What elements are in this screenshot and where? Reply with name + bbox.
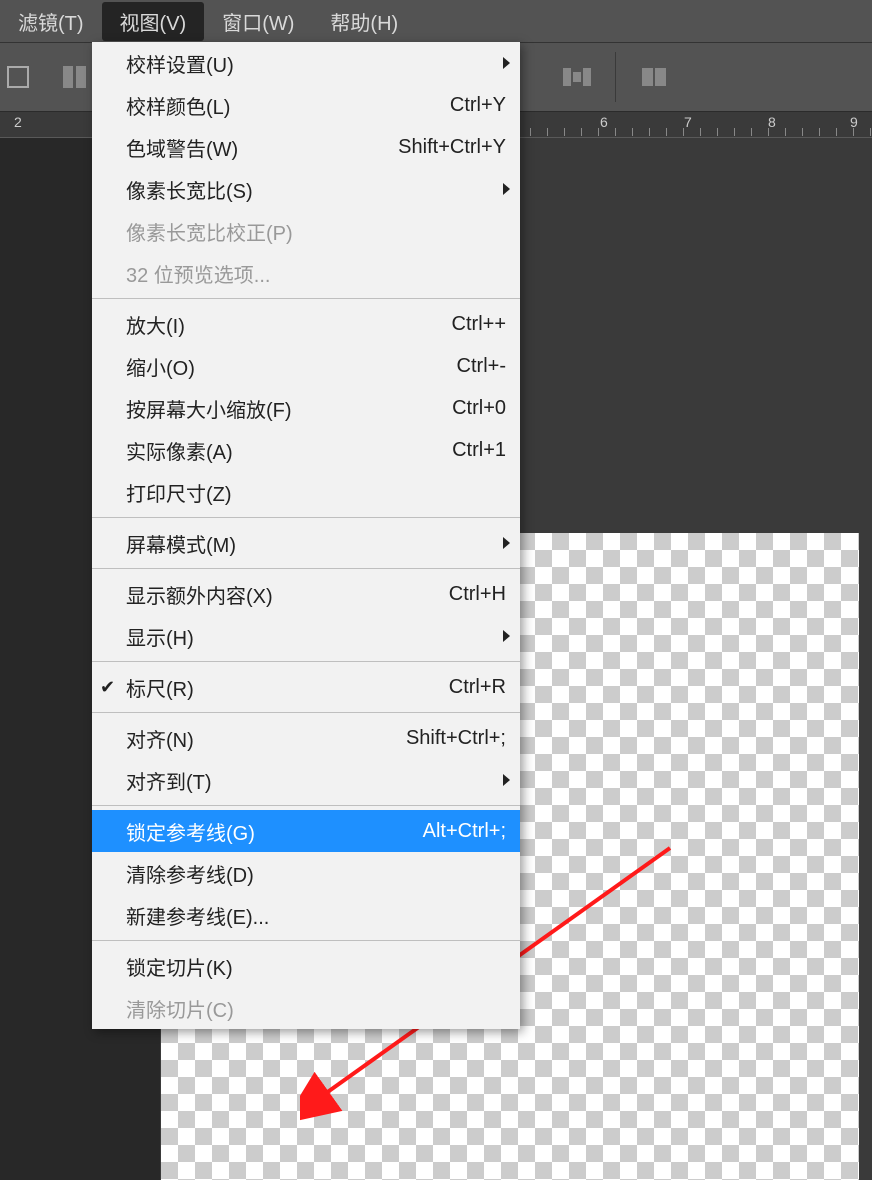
menu-item-label: 清除参考线(D) — [126, 859, 506, 888]
menu-item-label: 色域警告(W) — [126, 133, 398, 162]
menu-item[interactable]: 校样设置(U) — [92, 42, 520, 84]
menu-item[interactable]: ✔ 标尺(R)Ctrl+R — [92, 666, 520, 708]
menu-item-label: 新建参考线(E)... — [126, 901, 506, 930]
menu-item-label: 校样设置(U) — [126, 49, 506, 78]
menu-item[interactable]: 校样颜色(L)Ctrl+Y — [92, 84, 520, 126]
menu-help[interactable]: 帮助(H) — [312, 2, 416, 41]
menu-item[interactable]: 放大(I)Ctrl++ — [92, 303, 520, 345]
menu-separator — [92, 805, 520, 806]
menu-item-shortcut: Ctrl+1 — [452, 439, 506, 462]
menu-item-label: 按屏幕大小缩放(F) — [126, 394, 452, 423]
menu-item: 像素长宽比校正(P) — [92, 210, 520, 252]
menu-window[interactable]: 窗口(W) — [204, 2, 312, 41]
menu-item-label: 显示额外内容(X) — [126, 580, 449, 609]
submenu-arrow-icon — [503, 630, 510, 642]
menu-item: 清除切片(C) — [92, 987, 520, 1029]
menu-item-label: 标尺(R) — [126, 673, 449, 702]
menu-item[interactable]: 缩小(O)Ctrl+- — [92, 345, 520, 387]
ruler-tick: 8 — [768, 114, 776, 130]
menu-item-label: 对齐到(T) — [126, 766, 506, 795]
menu-item[interactable]: 新建参考线(E)... — [92, 894, 520, 936]
toolbar-btn-3[interactable] — [559, 59, 595, 95]
menu-separator — [92, 568, 520, 569]
ruler-tick: 7 — [684, 114, 692, 130]
submenu-arrow-icon — [503, 774, 510, 786]
menu-item-shortcut: Ctrl+Y — [450, 94, 506, 117]
submenu-arrow-icon — [503, 183, 510, 195]
distribute-icon — [642, 68, 666, 86]
columns-icon — [63, 66, 86, 88]
menu-item[interactable]: 显示额外内容(X)Ctrl+H — [92, 573, 520, 615]
menu-item: 32 位预览选项... — [92, 252, 520, 294]
menu-view[interactable]: 视图(V) — [102, 2, 205, 41]
menu-item[interactable]: 对齐到(T) — [92, 759, 520, 801]
menu-item[interactable]: 显示(H) — [92, 615, 520, 657]
submenu-arrow-icon — [503, 537, 510, 549]
menu-item-shortcut: Shift+Ctrl+Y — [398, 136, 506, 159]
menu-separator — [92, 517, 520, 518]
toolbar-btn-1[interactable] — [0, 59, 36, 95]
align-icon — [563, 68, 591, 86]
square-icon — [7, 66, 29, 88]
menu-item-shortcut: Ctrl+0 — [452, 397, 506, 420]
menu-item-label: 放大(I) — [126, 310, 452, 339]
toolbar-btn-4[interactable] — [636, 59, 672, 95]
menu-item[interactable]: 按屏幕大小缩放(F)Ctrl+0 — [92, 387, 520, 429]
menu-item[interactable]: 锁定切片(K) — [92, 945, 520, 987]
menu-item-label: 32 位预览选项... — [126, 259, 506, 288]
submenu-arrow-icon — [503, 57, 510, 69]
menu-item[interactable]: 清除参考线(D) — [92, 852, 520, 894]
menu-filter[interactable]: 滤镜(T) — [0, 2, 102, 41]
menu-separator — [92, 940, 520, 941]
menu-item[interactable]: 锁定参考线(G)Alt+Ctrl+; — [92, 810, 520, 852]
menu-item-label: 缩小(O) — [126, 352, 457, 381]
menu-item-label: 锁定参考线(G) — [126, 817, 423, 846]
menu-item-shortcut: Ctrl++ — [452, 313, 506, 336]
menubar: 滤镜(T) 视图(V) 窗口(W) 帮助(H) — [0, 0, 872, 42]
toolbar-separator — [615, 52, 616, 102]
menu-item-label: 像素长宽比(S) — [126, 175, 506, 204]
menu-item-shortcut: Alt+Ctrl+; — [423, 820, 506, 843]
menu-item[interactable]: 实际像素(A)Ctrl+1 — [92, 429, 520, 471]
menu-item-label: 显示(H) — [126, 622, 506, 651]
view-menu-dropdown: 校样设置(U)校样颜色(L)Ctrl+Y色域警告(W)Shift+Ctrl+Y像… — [92, 42, 520, 1029]
menu-item-label: 打印尺寸(Z) — [126, 478, 506, 507]
menu-item-label: 实际像素(A) — [126, 436, 452, 465]
check-icon: ✔ — [100, 677, 115, 698]
menu-item[interactable]: 色域警告(W)Shift+Ctrl+Y — [92, 126, 520, 168]
menu-item-label: 清除切片(C) — [126, 994, 506, 1023]
ruler-tick: 2 — [14, 114, 22, 130]
menu-item[interactable]: 像素长宽比(S) — [92, 168, 520, 210]
menu-item[interactable]: 对齐(N)Shift+Ctrl+; — [92, 717, 520, 759]
menu-item-label: 对齐(N) — [126, 724, 406, 753]
menu-item-label: 校样颜色(L) — [126, 91, 450, 120]
menu-item-shortcut: Shift+Ctrl+; — [406, 727, 506, 750]
menu-item-label: 锁定切片(K) — [126, 952, 506, 981]
menu-item-shortcut: Ctrl+- — [457, 355, 506, 378]
menu-item[interactable]: 屏幕模式(M) — [92, 522, 520, 564]
toolbar-btn-2[interactable] — [56, 59, 92, 95]
menu-separator — [92, 661, 520, 662]
menu-item[interactable]: 打印尺寸(Z) — [92, 471, 520, 513]
menu-separator — [92, 712, 520, 713]
ruler-tick: 6 — [600, 114, 608, 130]
menu-item-shortcut: Ctrl+H — [449, 583, 506, 606]
menu-item-label: 屏幕模式(M) — [126, 529, 506, 558]
menu-item-label: 像素长宽比校正(P) — [126, 217, 506, 246]
menu-item-shortcut: Ctrl+R — [449, 676, 506, 699]
menu-separator — [92, 298, 520, 299]
